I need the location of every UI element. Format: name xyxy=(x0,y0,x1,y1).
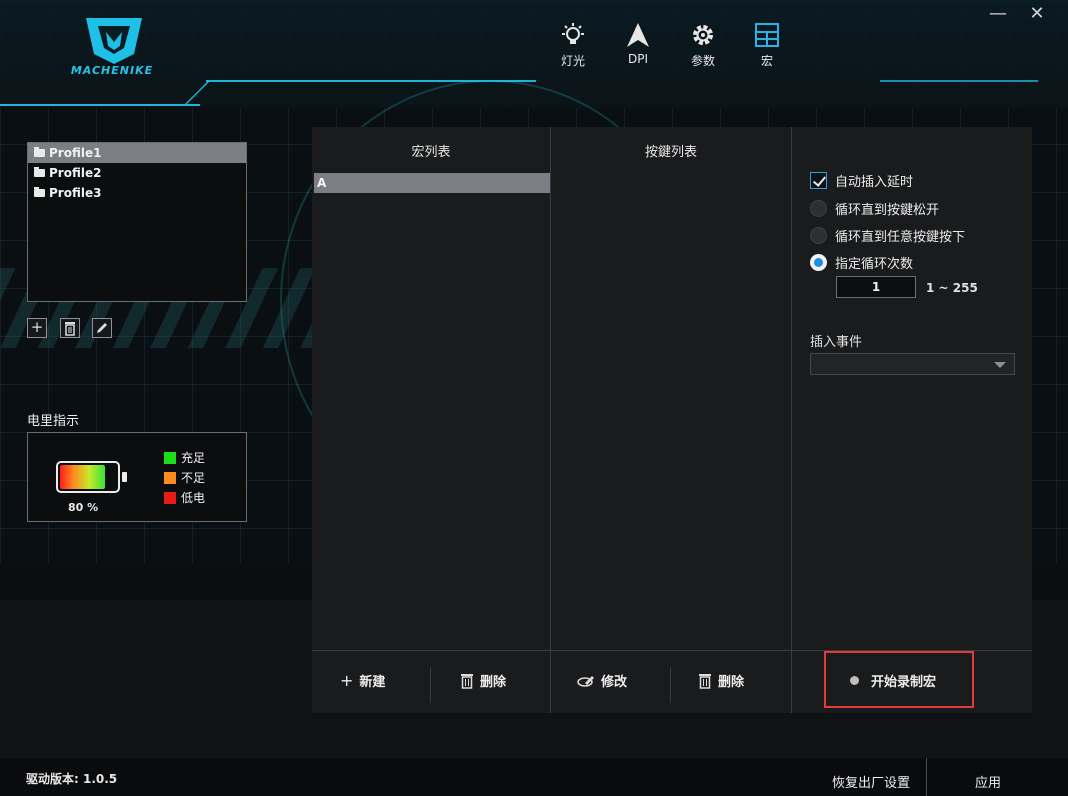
loop-until-release-option[interactable]: 循环直到按鍵松开 xyxy=(810,199,939,218)
auto-delay-label: 自动插入延时 xyxy=(835,175,914,190)
driver-version: 驱动版本: 1.0.5 xyxy=(26,772,118,786)
battery-percent: 80 % xyxy=(68,501,99,514)
apply-button[interactable]: 应用 xyxy=(975,772,1001,791)
delete-macro-label: 删除 xyxy=(480,675,507,690)
macro-list-header: 宏列表 xyxy=(411,145,451,160)
loop-until-any-radio[interactable] xyxy=(810,227,827,244)
profile-list: Profile1 Profile2 Profile3 xyxy=(27,142,247,302)
trash-icon xyxy=(461,673,473,689)
auto-delay-checkbox[interactable] xyxy=(810,172,827,189)
legend-item: 充足 xyxy=(164,449,205,466)
loop-count-radio[interactable] xyxy=(810,254,827,271)
insert-event-label: 插入事件 xyxy=(810,335,863,350)
delete-key-button[interactable]: 删除 xyxy=(698,671,744,690)
profile-item[interactable]: Profile1 xyxy=(28,143,246,163)
loop-count-range: 1 ~ 255 xyxy=(926,281,978,295)
chevron-down-icon xyxy=(994,362,1006,368)
auto-delay-option[interactable]: 自动插入延时 xyxy=(810,171,913,190)
loop-until-release-label: 循环直到按鍵松开 xyxy=(835,203,940,218)
battery-icon xyxy=(56,461,120,493)
trash-icon xyxy=(65,322,75,336)
button-separator xyxy=(670,667,671,703)
profile-item-label: Profile1 xyxy=(49,146,102,160)
gear-icon xyxy=(693,25,713,45)
delete-key-label: 删除 xyxy=(718,675,745,690)
legend-label: 充足 xyxy=(181,451,206,465)
plus-icon: + xyxy=(30,318,44,336)
loop-until-release-radio[interactable] xyxy=(810,200,827,217)
close-button[interactable]: ✕ xyxy=(1026,4,1048,26)
key-list-header: 按鍵列表 xyxy=(644,145,697,160)
loop-count-label: 指定循环次数 xyxy=(835,257,914,272)
status-separator xyxy=(926,758,927,796)
nav-dpi-label: DPI xyxy=(627,52,648,66)
nav-light-label: 灯光 xyxy=(560,54,585,68)
folder-icon xyxy=(34,187,45,197)
profile-item-label: Profile2 xyxy=(49,166,102,180)
add-profile-button[interactable]: + xyxy=(27,318,47,338)
profile-item-label: Profile3 xyxy=(49,186,102,200)
header-accent-line xyxy=(0,104,200,106)
insert-event-dropdown[interactable] xyxy=(810,353,1015,375)
delete-macro-button[interactable]: 删除 xyxy=(460,671,506,690)
macro-list-item[interactable]: A xyxy=(314,173,550,193)
nav-params-label: 参数 xyxy=(690,54,715,68)
legend-label: 不足 xyxy=(181,471,206,485)
header-accent-line xyxy=(206,80,536,82)
loop-count-option[interactable]: 指定循环次数 xyxy=(810,253,913,272)
folder-icon xyxy=(34,147,45,157)
minimize-button[interactable]: — xyxy=(987,4,1009,26)
battery-level-fill xyxy=(60,465,105,489)
nav-macro[interactable]: 宏 xyxy=(745,22,789,69)
modify-key-button[interactable]: 修改 xyxy=(577,671,627,690)
column-divider xyxy=(550,127,551,713)
legend-swatch xyxy=(164,451,176,464)
start-record-label: 开始录制宏 xyxy=(871,675,937,690)
record-dot-icon xyxy=(850,676,859,685)
nav-light[interactable]: 灯光 xyxy=(551,22,595,69)
loop-until-any-option[interactable]: 循环直到任意按鍵按下 xyxy=(810,226,965,245)
nav-dpi[interactable]: DPI xyxy=(616,22,660,66)
modify-key-label: 修改 xyxy=(601,675,628,690)
nav-params[interactable]: 参数 xyxy=(681,22,725,69)
column-divider xyxy=(791,127,792,713)
macro-panel: 宏列表 按鍵列表 A 自动插入延时 循环直到按鍵松开 循环直到任意按鍵按下 指定… xyxy=(312,127,1032,713)
loop-until-any-label: 循环直到任意按鍵按下 xyxy=(835,230,966,245)
nav-macro-label: 宏 xyxy=(760,54,773,68)
light-bulb-icon xyxy=(562,23,584,44)
edit-profile-button[interactable] xyxy=(92,318,112,338)
new-macro-label: 新建 xyxy=(359,675,386,690)
factory-reset-button[interactable]: 恢复出厂设置 xyxy=(832,772,910,791)
button-separator xyxy=(430,667,431,703)
start-record-button[interactable]: 开始录制宏 xyxy=(850,671,936,690)
legend-label: 低电 xyxy=(181,491,206,505)
edit-icon xyxy=(577,675,594,687)
legend-item: 低电 xyxy=(164,489,205,506)
legend-swatch xyxy=(164,471,176,484)
legend-item: 不足 xyxy=(164,469,205,486)
trash-icon xyxy=(699,673,711,689)
folder-icon xyxy=(34,167,45,177)
arrow-cursor-icon xyxy=(627,23,649,47)
plus-icon: + xyxy=(340,671,354,690)
battery-indicator-label: 电里指示 xyxy=(27,414,80,429)
brand-name: MACHENIKE xyxy=(70,64,154,77)
delete-profile-button[interactable] xyxy=(60,318,80,338)
battery-panel: 80 % 充足 不足 低电 xyxy=(27,432,247,522)
battery-cap xyxy=(122,472,127,482)
grid-icon xyxy=(755,23,779,47)
status-bar: 驱动版本: 1.0.5 恢复出厂设置 应用 xyxy=(0,758,1068,796)
profile-item[interactable]: Profile2 xyxy=(28,163,246,183)
header-accent-line xyxy=(880,80,1038,82)
loop-count-input[interactable]: 1 xyxy=(836,276,916,298)
pencil-icon xyxy=(97,323,107,333)
legend-swatch xyxy=(164,491,176,504)
profile-item[interactable]: Profile3 xyxy=(28,183,246,203)
new-macro-button[interactable]: + 新建 xyxy=(340,671,385,690)
